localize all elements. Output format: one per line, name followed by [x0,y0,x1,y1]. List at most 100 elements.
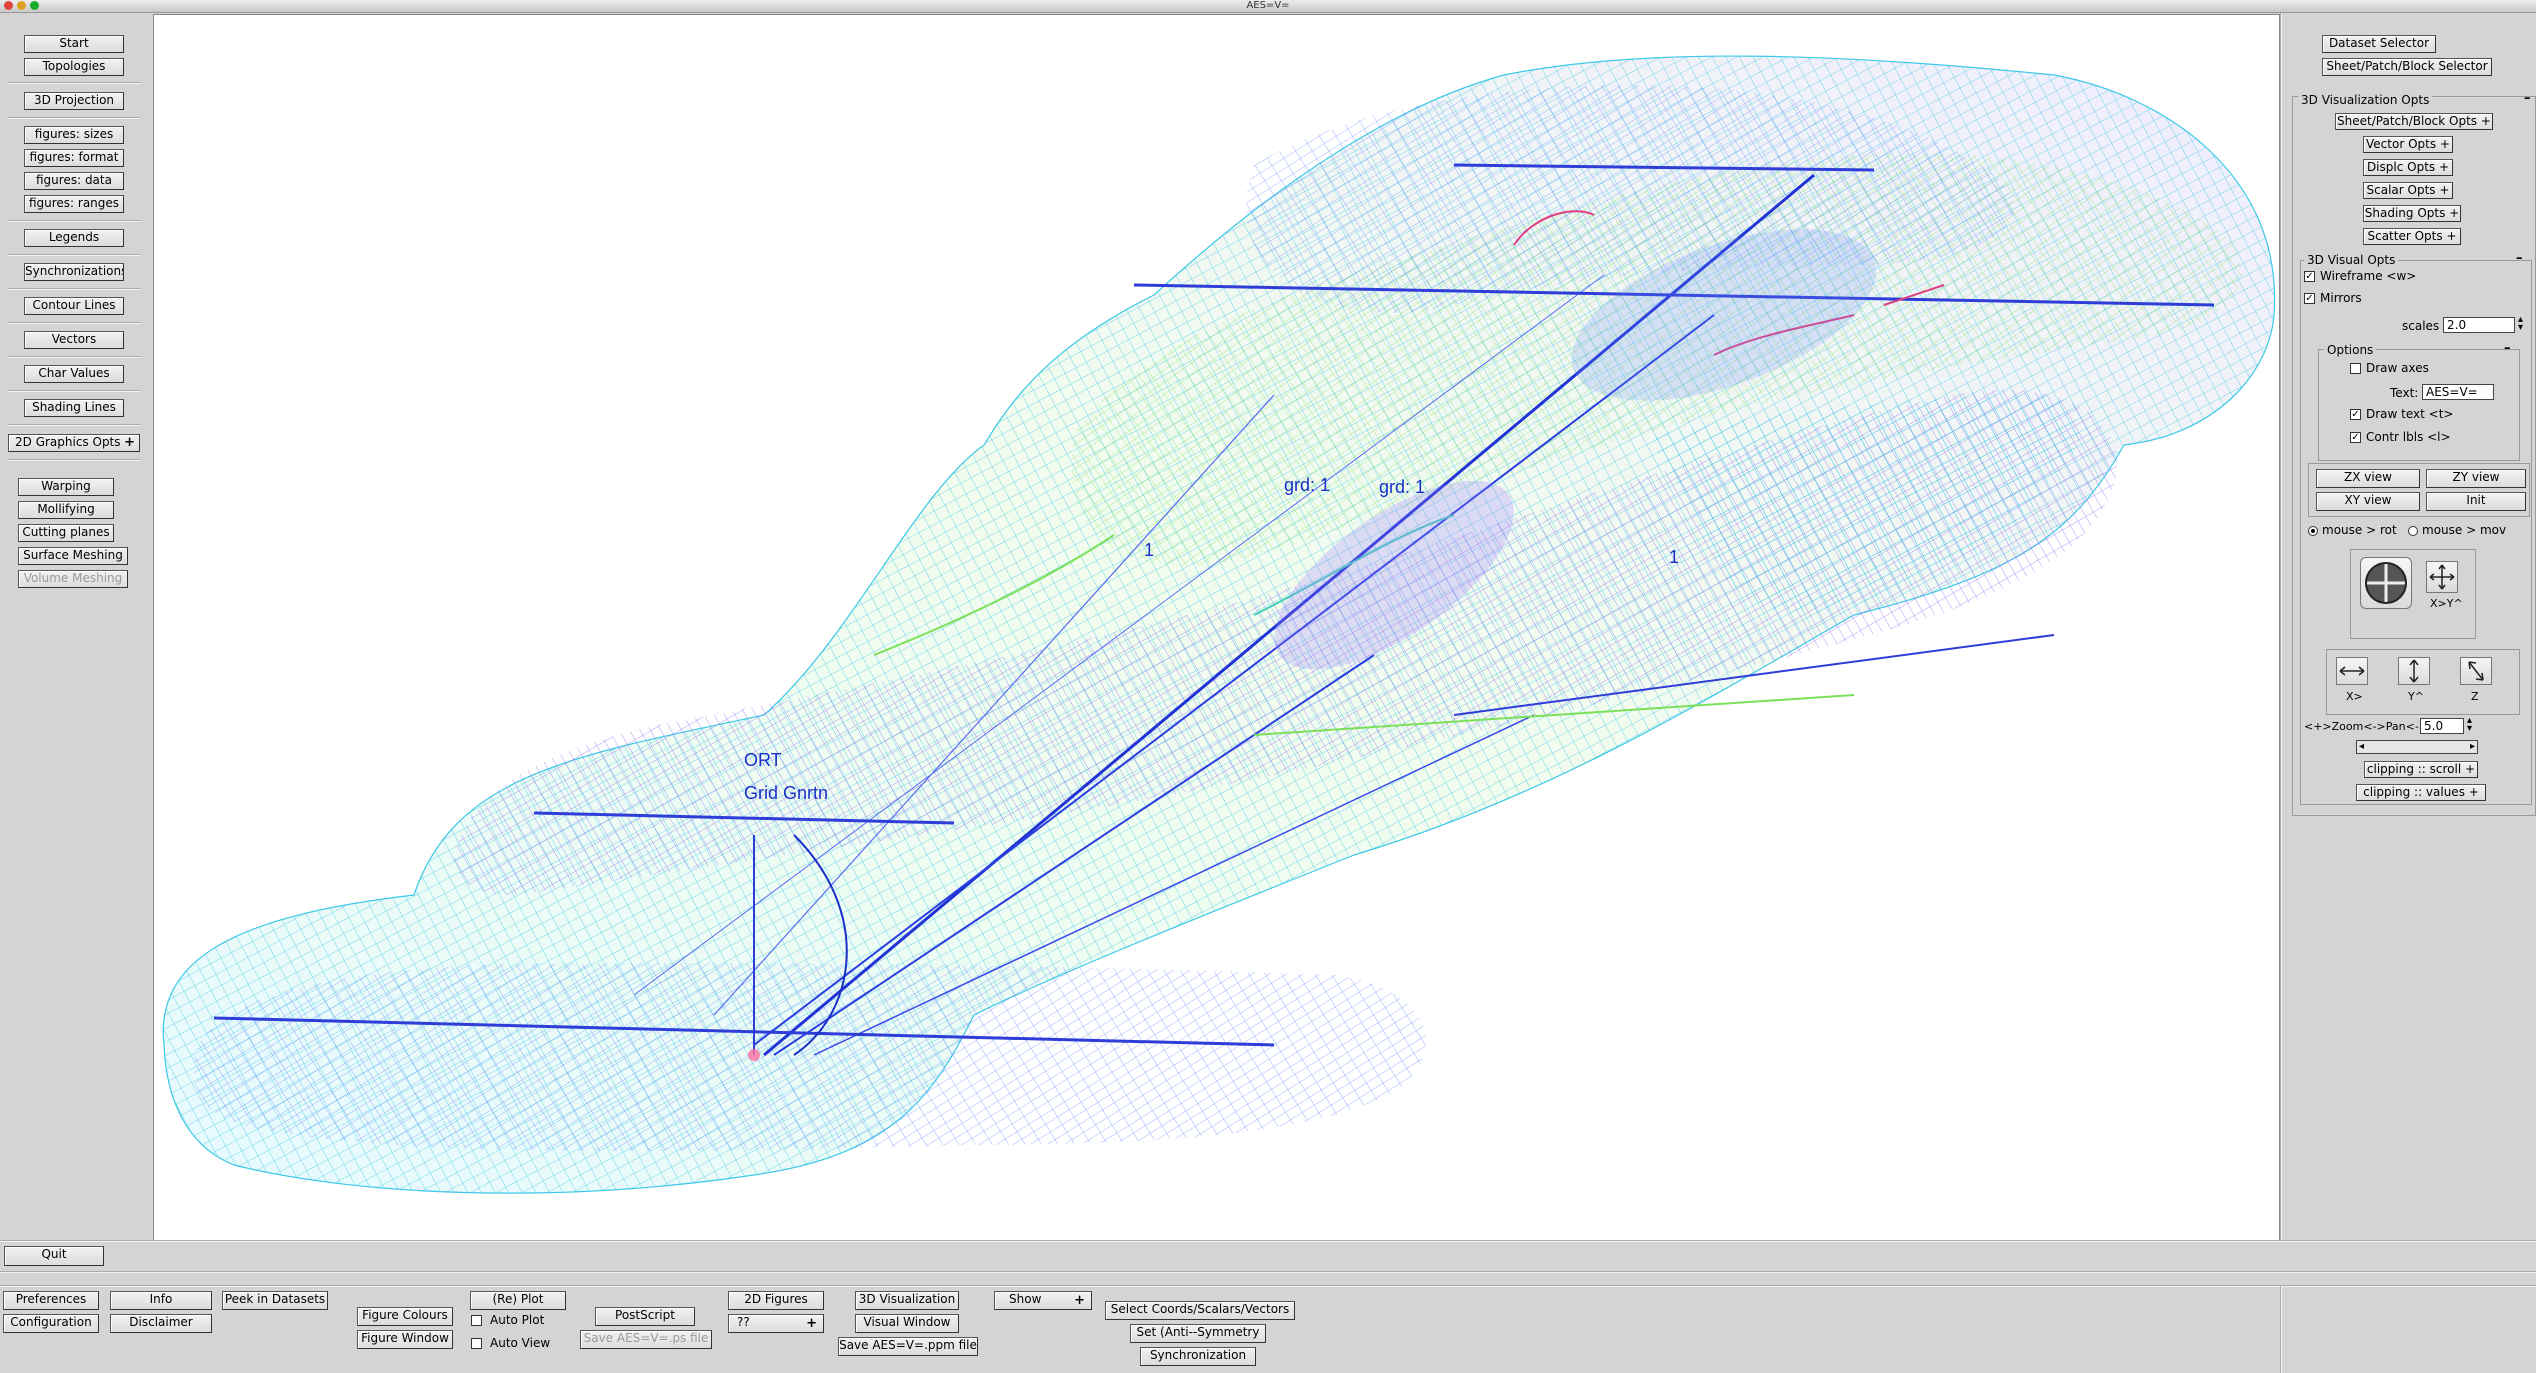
mouse-rot-radio[interactable] [2308,526,2318,536]
options-title: Options [2324,343,2377,357]
contour-lines-button[interactable]: Contour Lines [24,297,124,315]
select-coords-button[interactable]: Select Coords/Scalars/Vectors [1105,1301,1295,1320]
save-ppm-button[interactable]: Save AES=V=.ppm file [838,1337,978,1356]
auto-plot-label: Auto Plot [490,1313,545,1327]
warping-button[interactable]: Warping [18,478,114,496]
3d-projection-button[interactable]: 3D Projection [24,92,124,110]
replot-button[interactable]: (Re) Plot [470,1291,566,1310]
collapse-minus-icon[interactable]: – [2504,342,2511,355]
ort-label: ORT [744,750,782,770]
visual-window-button[interactable]: Visual Window [855,1314,959,1333]
vectors-button[interactable]: Vectors [24,331,124,349]
rotate-trackball-icon[interactable] [2360,557,2412,609]
expand-plus-icon: + [2465,762,2476,776]
auto-view-checkbox[interactable] [471,1338,482,1349]
zy-view-button[interactable]: ZY view [2426,469,2526,488]
surface-meshing-button[interactable]: Surface Meshing [18,547,128,565]
3d-viewport[interactable]: grd: 1 grd: 1 1 1 ORT Grid Gnrtn [153,14,2280,1241]
2d-figures-button[interactable]: 2D Figures [728,1291,824,1310]
zoom-scrollbar[interactable]: ◂ ▸ [2356,740,2478,754]
minimize-window-icon[interactable] [17,1,26,10]
separator [0,1240,2536,1242]
x-axis-drag-icon[interactable] [2336,657,2368,685]
scalar-opts-button[interactable]: Scalar Opts + [2363,182,2453,199]
xy-view-button[interactable]: XY view [2316,492,2420,511]
figure-colours-button[interactable]: Figure Colours [357,1307,453,1326]
shading-lines-button[interactable]: Shading Lines [24,399,124,417]
disclaimer-button[interactable]: Disclaimer [110,1314,212,1333]
text-input[interactable]: AES=V= [2422,384,2494,400]
draw-axes-checkbox[interactable] [2350,363,2361,374]
synchronization-button[interactable]: Synchronization [1140,1347,1256,1366]
mirrors-checkbox[interactable]: ✓ [2304,293,2315,304]
scatter-opts-button[interactable]: Scatter Opts + [2363,228,2461,245]
z-axis-drag-icon[interactable] [2460,657,2492,685]
y-axis-drag-icon[interactable] [2398,657,2430,685]
draw-text-checkbox[interactable]: ✓ [2350,409,2361,420]
cutting-planes-button[interactable]: Cutting planes [18,524,114,542]
scales-label: scales [2402,319,2440,333]
clipping-scroll-button[interactable]: clipping :: scroll + [2364,761,2478,778]
pan-xy-icon[interactable] [2426,561,2458,593]
volume-meshing-button[interactable]: Volume Meshing [18,570,128,588]
separator [8,288,140,290]
expand-plus-icon: + [2449,206,2460,220]
mouse-mov-label: mouse > mov [2422,523,2507,537]
grid-label-one-b: 1 [1669,547,1680,567]
dataset-selector-button[interactable]: Dataset Selector [2322,35,2436,53]
scroll-left-icon[interactable]: ◂ [2359,741,2364,753]
wireframe-checkbox[interactable]: ✓ [2304,271,2315,282]
configuration-button[interactable]: Configuration [3,1314,99,1333]
left-panel: Start Topologies 3D Projection figures: … [0,13,152,1240]
figures-sizes-button[interactable]: figures: sizes [24,126,124,144]
displc-opts-button[interactable]: Displc Opts + [2363,159,2453,176]
zoom-window-icon[interactable] [30,1,39,10]
right-panel: Dataset Selector Sheet/Patch/Block Selec… [2280,13,2536,1240]
init-view-button[interactable]: Init [2426,492,2526,511]
legends-button[interactable]: Legends [24,229,124,247]
sheet-patch-block-opts-button[interactable]: Sheet/Patch/Block Opts + [2335,113,2493,130]
2d-figures-select[interactable]: ?? + [728,1314,824,1333]
show-select[interactable]: Show + [994,1291,1092,1310]
vector-opts-button[interactable]: Vector Opts + [2363,136,2453,153]
contr-lbls-label: Contr lbls <l> [2366,430,2451,444]
separator [8,220,140,222]
mollifying-button[interactable]: Mollifying [18,501,114,519]
collapse-minus-icon[interactable]: – [2524,92,2531,105]
shading-opts-button[interactable]: Shading Opts + [2363,205,2461,222]
preferences-button[interactable]: Preferences [3,1291,99,1310]
grid-gnrtn-label: Grid Gnrtn [744,783,829,803]
2d-graphics-opts-button[interactable]: 2D Graphics Opts + [8,434,140,452]
scroll-right-icon[interactable]: ▸ [2470,741,2475,753]
collapse-minus-icon[interactable]: – [2516,252,2523,265]
scales-input[interactable]: 2.0 [2443,317,2515,333]
contr-lbls-checkbox[interactable]: ✓ [2350,432,2361,443]
zx-view-button[interactable]: ZX view [2316,469,2420,488]
close-window-icon[interactable] [4,1,13,10]
start-button[interactable]: Start [24,35,124,53]
postscript-button[interactable]: PostScript [595,1307,695,1326]
figures-ranges-button[interactable]: figures: ranges [24,195,124,213]
peek-in-datasets-button[interactable]: Peek in Datasets [222,1291,328,1310]
info-button[interactable]: Info [110,1291,212,1310]
quit-button[interactable]: Quit [4,1246,104,1266]
clipping-values-button[interactable]: clipping :: values + [2356,784,2486,801]
scales-stepper-icon[interactable]: ▴ ▾ [2518,315,2523,333]
3d-visualization-button[interactable]: 3D Visualization [855,1291,959,1310]
figures-format-button[interactable]: figures: format [24,149,124,167]
figures-data-button[interactable]: figures: data [24,172,124,190]
auto-plot-checkbox[interactable] [471,1315,482,1326]
topologies-button[interactable]: Topologies [24,58,124,76]
figure-window-button[interactable]: Figure Window [357,1330,453,1349]
zoom-stepper-icon[interactable]: ▴ ▾ [2467,716,2472,734]
text-label: Text: [2390,386,2419,400]
char-values-button[interactable]: Char Values [24,365,124,383]
zoom-input[interactable]: 5.0 [2420,718,2464,734]
sheet-selector-button[interactable]: Sheet/Patch/Block Selector [2322,58,2492,76]
3d-visualization-opts-title: 3D Visualization Opts [2298,93,2433,107]
mouse-mov-radio[interactable] [2408,526,2418,536]
synchronizations-button[interactable]: Synchronizations [24,263,124,281]
set-anti-symmetry-button[interactable]: Set (Anti--Symmetry [1130,1324,1266,1343]
save-ps-button[interactable]: Save AES=V=.ps file [580,1330,712,1349]
grid-label-one-a: 1 [1144,540,1155,560]
